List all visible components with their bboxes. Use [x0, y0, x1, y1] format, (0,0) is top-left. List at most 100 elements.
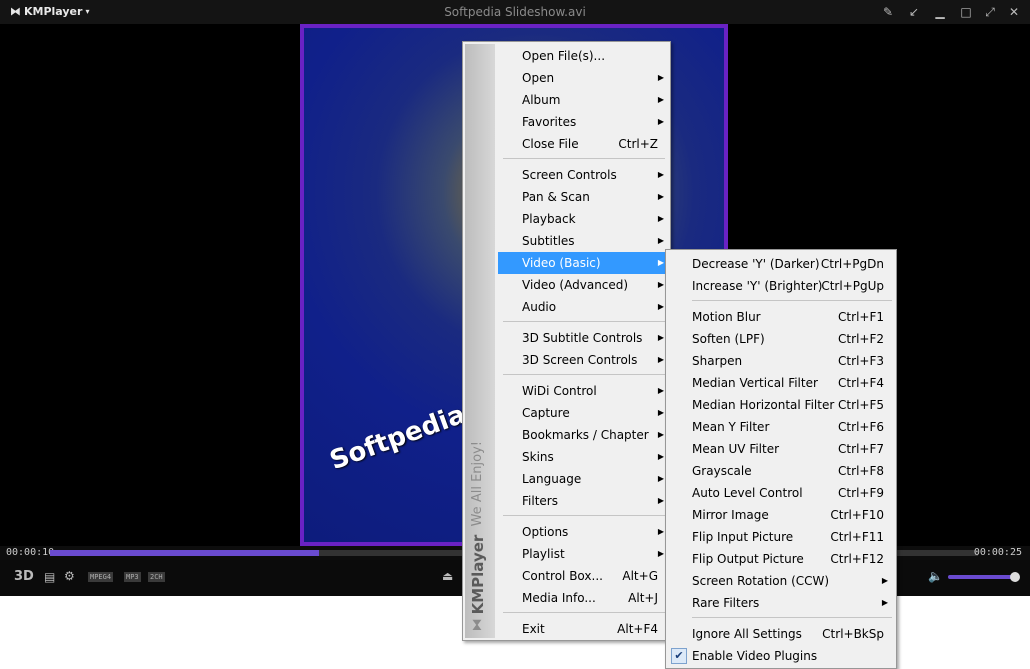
menu-item-language[interactable]: Language ▶ — [498, 468, 670, 490]
menu-item-album[interactable]: Album ▶ — [498, 89, 670, 111]
submenu-arrow-icon: ▶ — [657, 355, 664, 364]
menu-item-exit[interactable]: Exit Alt+F4 — [498, 618, 670, 640]
menu-item-label: Favorites — [522, 115, 577, 129]
submenu-item-label: Rare Filters — [692, 596, 760, 610]
menu-item-video-basic[interactable]: Video (Basic) ▶ — [498, 252, 670, 274]
menu-item-label: 3D Screen Controls — [522, 353, 638, 367]
playlist-icon[interactable]: ▤ — [44, 570, 55, 584]
submenu-item-median-horizontal-filter[interactable]: Median Horizontal Filter Ctrl+F5 — [668, 394, 896, 416]
submenu-item-median-vertical-filter[interactable]: Median Vertical Filter Ctrl+F4 — [668, 372, 896, 394]
menu-item-open[interactable]: Open ▶ — [498, 67, 670, 89]
submenu-arrow-icon: ▶ — [657, 333, 664, 342]
menu-item-screen-controls[interactable]: Screen Controls ▶ — [498, 164, 670, 186]
submenu-arrow-icon: ▶ — [657, 496, 664, 505]
3d-icon[interactable]: 3D — [14, 569, 34, 584]
submenu-item-ignore-all-settings[interactable]: Ignore All Settings Ctrl+BkSp — [668, 623, 896, 645]
submenu-item-soften-lpf[interactable]: Soften (LPF) Ctrl+F2 — [668, 328, 896, 350]
submenu-arrow-icon: ▶ — [657, 214, 664, 223]
menu-item-subtitles[interactable]: Subtitles ▶ — [498, 230, 670, 252]
submenu-item-mirror-image[interactable]: Mirror Image Ctrl+F10 — [668, 504, 896, 526]
menu-item-label: Bookmarks / Chapter — [522, 428, 649, 442]
menu-item-bookmarks-chapter[interactable]: Bookmarks / Chapter ▶ — [498, 424, 670, 446]
menu-item-label: Media Info... — [522, 591, 596, 605]
menu-item-playback[interactable]: Playback ▶ — [498, 208, 670, 230]
submenu-arrow-icon: ▶ — [657, 408, 664, 417]
menu-item-capture[interactable]: Capture ▶ — [498, 402, 670, 424]
submenu-item-label: Auto Level Control — [692, 486, 803, 500]
elapsed-time: 00:00:10 — [6, 547, 55, 558]
submenu-item-label: Decrease 'Y' (Darker) — [692, 257, 820, 271]
menu-item-media-info[interactable]: Media Info... Alt+J — [498, 587, 670, 609]
speaker-icon[interactable]: 🔈 — [928, 569, 943, 583]
menu-separator — [503, 321, 665, 322]
submenu-item-label: Motion Blur — [692, 310, 761, 324]
menu-item-playlist[interactable]: Playlist ▶ — [498, 543, 670, 565]
checkmark-icon: ✔ — [671, 648, 687, 664]
submenu-item-label: Screen Rotation (CCW) — [692, 574, 830, 588]
menu-item-label: Open — [522, 71, 555, 85]
fullscreen-icon[interactable]: ⤢ — [982, 4, 998, 20]
submenu-item-increase-y-brighter[interactable]: Increase 'Y' (Brighter) Ctrl+PgUp — [668, 275, 896, 297]
menu-separator — [503, 158, 665, 159]
submenu-arrow-icon: ▶ — [657, 430, 664, 439]
submenu-arrow-icon: ▶ — [881, 576, 888, 585]
volume-knob[interactable] — [1010, 572, 1020, 582]
title-bar: ⧓ KMPlayer ▾ Softpedia Slideshow.avi ✎ ↙… — [0, 0, 1030, 24]
menu-item-widi-control[interactable]: WiDi Control ▶ — [498, 380, 670, 402]
menu-item-options[interactable]: Options ▶ — [498, 521, 670, 543]
submenu-item-label: Increase 'Y' (Brighter) — [692, 279, 823, 293]
submenu-arrow-icon: ▶ — [881, 598, 888, 607]
pin-icon[interactable]: ✎ — [880, 4, 896, 20]
menu-item-control-box[interactable]: Control Box... Alt+G — [498, 565, 670, 587]
remaining-time: 00:00:25 — [973, 547, 1022, 558]
eject-icon[interactable]: ⏏ — [442, 569, 453, 583]
menu-item-favorites[interactable]: Favorites ▶ — [498, 111, 670, 133]
submenu-item-mean-y-filter[interactable]: Mean Y Filter Ctrl+F6 — [668, 416, 896, 438]
submenu-item-shortcut: Ctrl+F12 — [830, 552, 884, 566]
menu-item-label: Language — [522, 472, 582, 486]
menu-item-pan-scan[interactable]: Pan & Scan ▶ — [498, 186, 670, 208]
menu-item-3d-subtitle-controls[interactable]: 3D Subtitle Controls ▶ — [498, 327, 670, 349]
context-menu: ⧓ KMPlayer We All Enjoy! Open File(s)...… — [462, 41, 671, 641]
submenu-item-sharpen[interactable]: Sharpen Ctrl+F3 — [668, 350, 896, 372]
menu-brand-text: ⧓ KMPlayer We All Enjoy! — [469, 441, 487, 632]
submenu-item-shortcut: Ctrl+F11 — [830, 530, 884, 544]
submenu-item-enable-video-plugins[interactable]: ✔ Enable Video Plugins — [668, 645, 896, 667]
submenu-item-decrease-y-darker[interactable]: Decrease 'Y' (Darker) Ctrl+PgDn — [668, 253, 896, 275]
menu-item-skins[interactable]: Skins ▶ — [498, 446, 670, 468]
submenu-item-screen-rotation-ccw[interactable]: Screen Rotation (CCW) ▶ — [668, 570, 896, 592]
submenu-item-flip-output-picture[interactable]: Flip Output Picture Ctrl+F12 — [668, 548, 896, 570]
submenu-item-rare-filters[interactable]: Rare Filters ▶ — [668, 592, 896, 614]
menu-item-open-file-s[interactable]: Open File(s)... — [498, 45, 670, 67]
minimize-icon[interactable]: ▁ — [932, 4, 948, 20]
submenu-arrow-icon: ▶ — [657, 73, 664, 82]
menu-item-3d-screen-controls[interactable]: 3D Screen Controls ▶ — [498, 349, 670, 371]
menu-item-filters[interactable]: Filters ▶ — [498, 490, 670, 512]
submenu-item-label: Flip Input Picture — [692, 530, 794, 544]
menu-logo-icon: ⧓ — [470, 614, 485, 632]
submenu-item-label: Median Horizontal Filter — [692, 398, 835, 412]
menu-item-close-file[interactable]: Close File Ctrl+Z — [498, 133, 670, 155]
submenu-item-flip-input-picture[interactable]: Flip Input Picture Ctrl+F11 — [668, 526, 896, 548]
menu-item-label: Pan & Scan — [522, 190, 590, 204]
submenu-item-mean-uv-filter[interactable]: Mean UV Filter Ctrl+F7 — [668, 438, 896, 460]
video-basic-submenu: Decrease 'Y' (Darker) Ctrl+PgDn Increase '… — [665, 249, 897, 669]
submenu-item-shortcut: Ctrl+F7 — [838, 442, 884, 456]
menu-side-strip: ⧓ KMPlayer We All Enjoy! — [465, 44, 495, 638]
menu-separator — [503, 612, 665, 613]
submenu-item-auto-level-control[interactable]: Auto Level Control Ctrl+F9 — [668, 482, 896, 504]
gear-icon[interactable]: ⚙ — [64, 569, 75, 583]
volume-slider[interactable] — [948, 575, 1016, 579]
menu-item-video-advanced[interactable]: Video (Advanced) ▶ — [498, 274, 670, 296]
menu-item-label: Playback — [522, 212, 576, 226]
menu-item-label: Options — [522, 525, 569, 539]
compact-mode-icon[interactable]: ↙ — [906, 4, 922, 20]
maximize-icon[interactable]: □ — [958, 4, 974, 20]
close-icon[interactable]: ✕ — [1006, 4, 1022, 20]
menu-item-audio[interactable]: Audio ▶ — [498, 296, 670, 318]
submenu-item-grayscale[interactable]: Grayscale Ctrl+F8 — [668, 460, 896, 482]
submenu-item-motion-blur[interactable]: Motion Blur Ctrl+F1 — [668, 306, 896, 328]
submenu-item-shortcut: Ctrl+F9 — [838, 486, 884, 500]
channel-badge: 2CH — [148, 572, 165, 582]
menu-separator — [692, 300, 892, 301]
